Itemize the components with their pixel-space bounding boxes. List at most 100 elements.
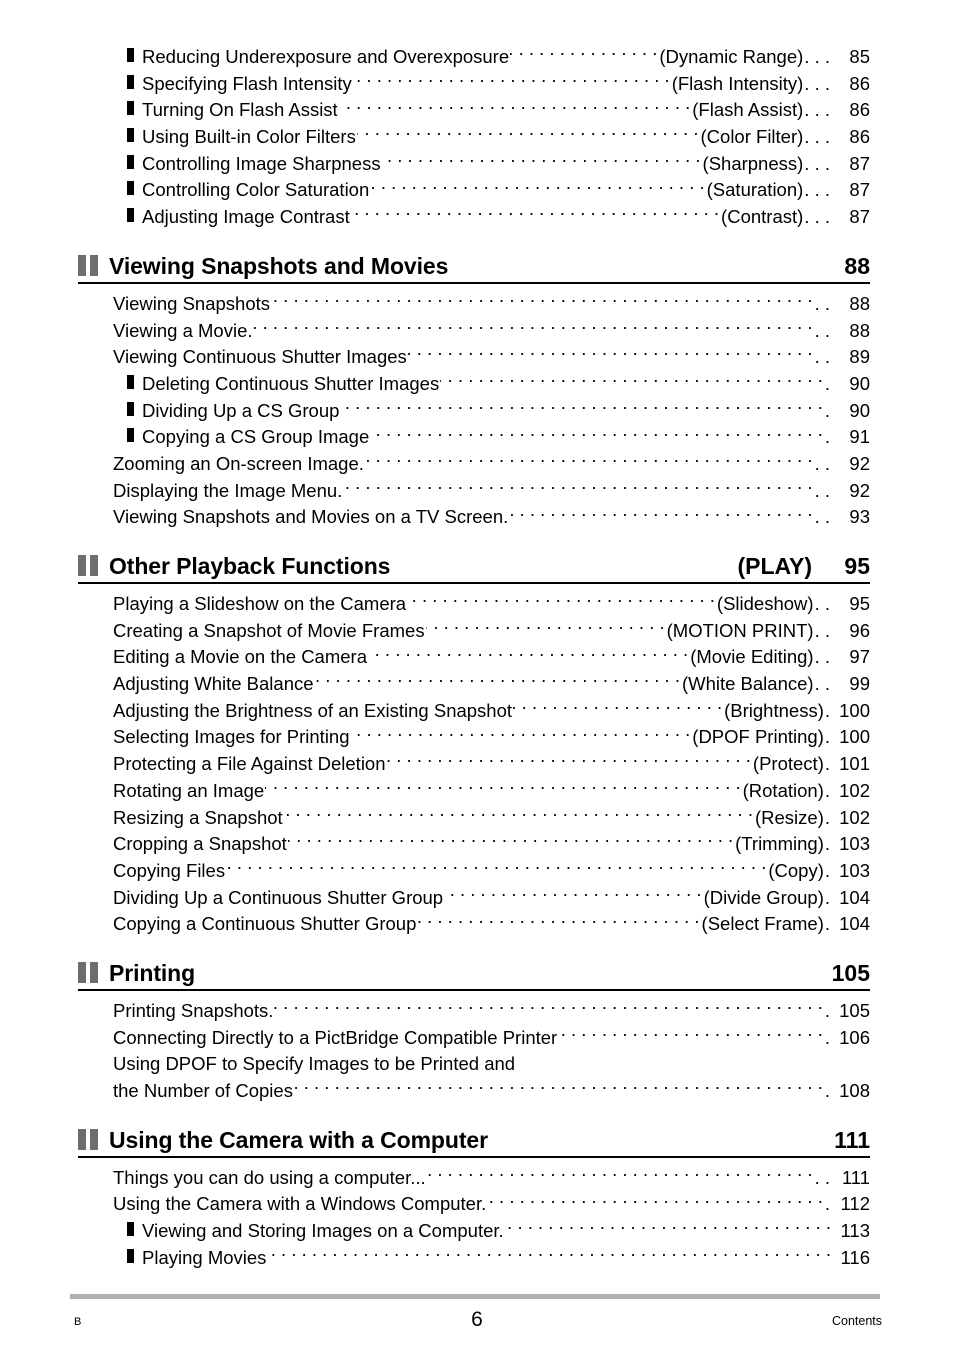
toc-entry-page: 95 — [849, 593, 870, 614]
toc-entry[interactable]: Cropping a Snapshot (Trimming). 103 — [78, 831, 870, 858]
leader-dots-tail: . — [824, 913, 830, 935]
double-bar-icon — [78, 254, 100, 276]
bullet-square-icon — [127, 128, 134, 143]
toc-section-page: 95 — [844, 553, 870, 579]
toc-entry[interactable]: Resizing a Snapshot (Resize). 102 — [78, 805, 870, 832]
toc-entry[interactable]: Controlling Image Sharpness (Sharpness). … — [78, 151, 870, 178]
toc-entry-title: Using Built-in Color Filters — [142, 126, 356, 148]
toc-section: Using the Camera with a Computer 111 Thing… — [78, 1119, 870, 1272]
toc-entry[interactable]: Protecting a File Against Deletion (Prote… — [78, 751, 870, 778]
toc-entry-tag: (Color Filter) — [700, 126, 804, 148]
toc-entry-title: Specifying Flash Intensity — [142, 72, 352, 94]
leader-dots-tail: . . — [814, 593, 830, 614]
toc-entry-tag: (Select Frame) — [701, 913, 824, 935]
toc-section-header[interactable]: Using the Camera with a Computer 111 — [78, 1119, 870, 1155]
leader-dots — [340, 398, 822, 417]
toc-entry[interactable]: Playing a Slideshow on the Camera (Slides… — [78, 591, 870, 618]
toc-entry-title: Controlling Image Sharpness — [142, 152, 381, 174]
toc-entry-page: 93 — [849, 506, 870, 528]
toc-entry[interactable]: Adjusting White Balance (White Balance). … — [78, 671, 870, 698]
toc-entry[interactable]: Copying Files (Copy). 103 — [78, 858, 870, 885]
toc-entry[interactable]: Adjusting Image Contrast (Contrast). . . 8… — [78, 204, 870, 231]
toc-entry-tag: (Resize) — [754, 806, 824, 828]
toc-entry[interactable]: Copying a CS Group Image. 91 — [78, 424, 870, 451]
leader-dots-tail: . — [824, 859, 830, 881]
bullet-square-icon — [127, 401, 134, 416]
toc-entry-title: Using the Camera with a Windows Computer… — [113, 1193, 487, 1215]
toc-entry[interactable]: Adjusting the Brightness of an Existing … — [78, 698, 870, 725]
toc-entry-title: Adjusting the Brightness of an Existing … — [113, 699, 513, 721]
leader-dots — [226, 858, 766, 877]
toc-entry[interactable]: Displaying the Image Menu. . . 92 — [78, 478, 870, 505]
leader-dots — [426, 618, 665, 637]
toc-entry[interactable]: Viewing Snapshots and Movies on a TV Scr… — [78, 504, 870, 531]
toc-section: Other Playback Functions (PLAY) 95 Playing … — [78, 545, 870, 938]
toc-entry[interactable]: Deleting Continuous Shutter Images. 90 — [78, 371, 870, 398]
toc-section-header[interactable]: Viewing Snapshots and Movies 88 — [78, 245, 870, 281]
toc-entry[interactable]: Dividing Up a Continuous Shutter Group (D… — [78, 885, 870, 912]
toc-entry[interactable]: Viewing Continuous Shutter Images . . 89 — [78, 344, 870, 371]
toc-section-title: Using the Camera with a Computer — [109, 1126, 488, 1153]
leader-dots — [288, 832, 733, 851]
toc-entry-tag: (Slideshow) — [716, 593, 814, 614]
toc-entry[interactable]: Editing a Movie on the Camera (Movie Edit… — [78, 644, 870, 671]
toc-entry[interactable]: Viewing and Storing Images on a Computer… — [78, 1218, 870, 1245]
toc-entry[interactable]: Specifying Flash Intensity (Flash Intensi… — [78, 71, 870, 98]
toc-entry[interactable]: Dividing Up a CS Group. 90 — [78, 398, 870, 425]
toc-entry[interactable]: Using Built-in Color Filters (Color Filte… — [78, 124, 870, 151]
toc-top-entry-group: Reducing Underexposure and Overexposure (… — [78, 44, 870, 231]
toc-entry-page: 88 — [849, 292, 870, 314]
toc-entry-page: 91 — [849, 426, 870, 448]
leader-dots-tail: . . — [814, 619, 830, 641]
leader-dots-tail: . . — [814, 452, 830, 474]
toc-entry-page: 99 — [849, 673, 870, 695]
toc-section-list: Viewing Snapshots and Movies 88 Viewing Sn… — [78, 245, 870, 1272]
toc-entry-title: Dividing Up a Continuous Shutter Group — [113, 886, 444, 908]
section-divider — [78, 988, 870, 991]
toc-entry-page: 108 — [839, 1080, 870, 1101]
toc-section-header[interactable]: Printing 105 — [78, 952, 870, 988]
leader-dots — [427, 1165, 813, 1184]
leader-dots — [368, 645, 688, 664]
toc-entry[interactable]: Viewing Snapshots . . 88 — [78, 291, 870, 318]
leader-dots — [487, 1192, 823, 1211]
toc-entry[interactable]: Copying a Continuous Shutter Group (Selec… — [78, 911, 870, 938]
toc-entry-title: Turning On Flash Assist — [142, 99, 338, 121]
leader-dots-tail: . — [824, 1193, 830, 1215]
toc-entry[interactable]: Playing Movies 116 — [78, 1245, 870, 1272]
toc-entry[interactable]: Selecting Images for Printing (DPOF Print… — [78, 724, 870, 751]
toc-entry-page: 90 — [849, 399, 870, 421]
leader-dots-tail: . . . — [804, 126, 830, 148]
toc-entry-title: Deleting Continuous Shutter Images — [142, 372, 440, 394]
toc-entry[interactable]: Viewing a Movie. . . 88 — [78, 318, 870, 345]
toc-entry[interactable]: Things you can do using a computer... . .… — [78, 1165, 870, 1192]
toc-section-header[interactable]: Other Playback Functions (PLAY) 95 — [78, 545, 870, 581]
toc-entry-page: 86 — [849, 72, 870, 94]
toc-entry[interactable]: Creating a Snapshot of Movie Frames (MOTI… — [78, 618, 870, 645]
toc-entry[interactable]: Connecting Directly to a PictBridge Comp… — [78, 1025, 870, 1052]
double-bar-icon — [78, 555, 100, 576]
toc-entry[interactable]: the Number of Copies. 108 — [78, 1078, 870, 1105]
toc-entry[interactable]: Using DPOF to Specify Images to be Print… — [78, 1051, 870, 1078]
toc-entry-page: 102 — [839, 806, 870, 828]
toc-entry-page: 104 — [839, 886, 870, 908]
leader-dots — [407, 592, 715, 611]
bullet-square-icon — [127, 101, 134, 116]
toc-entry-page: 88 — [849, 319, 870, 341]
toc-entry[interactable]: Controlling Color Saturation (Saturation)… — [78, 177, 870, 204]
leader-dots — [382, 151, 701, 170]
toc-entry[interactable]: Using the Camera with a Windows Computer… — [78, 1191, 870, 1218]
toc-entry[interactable]: Rotating an Image (Rotation). 102 — [78, 778, 870, 805]
toc-entry-page: 89 — [849, 346, 870, 368]
leader-dots — [315, 672, 680, 691]
leader-dots — [417, 912, 699, 931]
toc-entry[interactable]: Zooming an On-screen Image. . . 92 — [78, 451, 870, 478]
toc-entry[interactable]: Printing Snapshots.. 105 — [78, 998, 870, 1025]
toc-entry-page: 96 — [849, 619, 870, 641]
toc-entry-tag: (Saturation) — [706, 179, 804, 201]
toc-entry-page: 92 — [849, 452, 870, 474]
toc-entry-title: Editing a Movie on the Camera — [113, 646, 367, 668]
toc-entry[interactable]: Reducing Underexposure and Overexposure (… — [78, 44, 870, 71]
toc-section-title: Other Playback Functions — [109, 553, 391, 579]
toc-entry[interactable]: Turning On Flash Assist (Flash Assist). .… — [78, 97, 870, 124]
